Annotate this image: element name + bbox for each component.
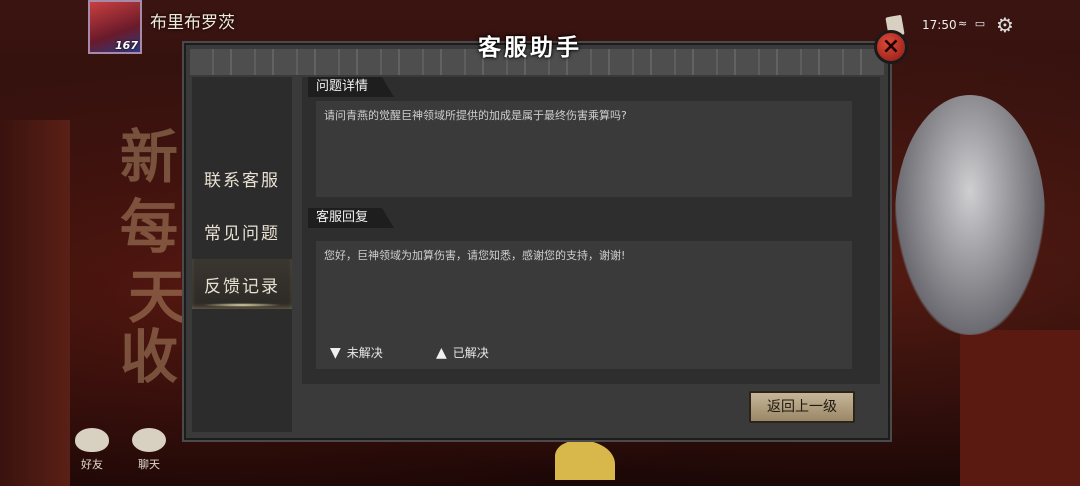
back-button[interactable]: 返回上一级 (749, 391, 855, 423)
cat-face-icon (75, 428, 109, 452)
sidebar-item-faq[interactable]: 常见问题 (192, 206, 292, 256)
speech-bubble-icon (132, 428, 166, 452)
player-avatar[interactable]: 167 (88, 0, 142, 54)
question-label: 问题详情 (308, 77, 395, 97)
reply-text: 您好，巨神领域为加算伤害，请您知悉，感谢您的支持，谢谢! (316, 241, 852, 369)
customer-service-dialog: 联系客服 常见问题 反馈记录 问题详情 请问青燕的觉醒巨神领域所提供的加成是属于… (184, 43, 890, 440)
background-pillar (0, 120, 70, 486)
feedback-detail-panel: 问题详情 请问青燕的觉醒巨神领域所提供的加成是属于最终伤害乘算吗? 客服回复 您… (302, 77, 880, 384)
friends-label: 好友 (81, 458, 103, 471)
wifi-battery-icon: ≈ ▭ (958, 17, 988, 30)
question-text: 请问青燕的觉醒巨神领域所提供的加成是属于最终伤害乘算吗? (316, 101, 852, 197)
player-name: 布里布罗茨 (150, 13, 235, 33)
dialog-title: 客服助手 (478, 34, 582, 61)
active-indicator (202, 303, 282, 307)
background-character (895, 95, 1045, 335)
gear-icon[interactable]: ⚙ (996, 13, 1014, 37)
chat-button[interactable]: 聊天 (131, 428, 167, 472)
status-time: 17:50 (922, 18, 957, 32)
sidebar-item-label: 联系客服 (204, 170, 280, 191)
chat-label: 聊天 (138, 458, 160, 471)
background-text: 收 (120, 323, 179, 391)
unresolved-label: 未解决 (346, 346, 383, 360)
sidebar-item-label: 常见问题 (204, 223, 280, 244)
close-icon[interactable]: × (874, 30, 908, 64)
player-level: 167 (115, 39, 138, 52)
reply-label: 客服回复 (308, 208, 395, 228)
sidebar-item-contact[interactable]: 联系客服 (192, 153, 292, 203)
sidebar-item-feedback-history[interactable]: 反馈记录 (192, 259, 292, 309)
friends-button[interactable]: 好友 (74, 428, 110, 472)
resolved-label: 已解决 (452, 346, 489, 360)
thumbs-up-icon: ▲ (436, 344, 447, 361)
dialog-sidebar: 联系客服 常见问题 反馈记录 (192, 77, 292, 432)
unresolved-button[interactable]: ▼ 未解决 (330, 344, 383, 361)
sidebar-item-label: 反馈记录 (204, 276, 280, 297)
resolved-button[interactable]: ▲ 已解决 (436, 344, 489, 361)
background-pillar (960, 330, 1080, 486)
thumbs-down-icon: ▼ (330, 344, 341, 361)
